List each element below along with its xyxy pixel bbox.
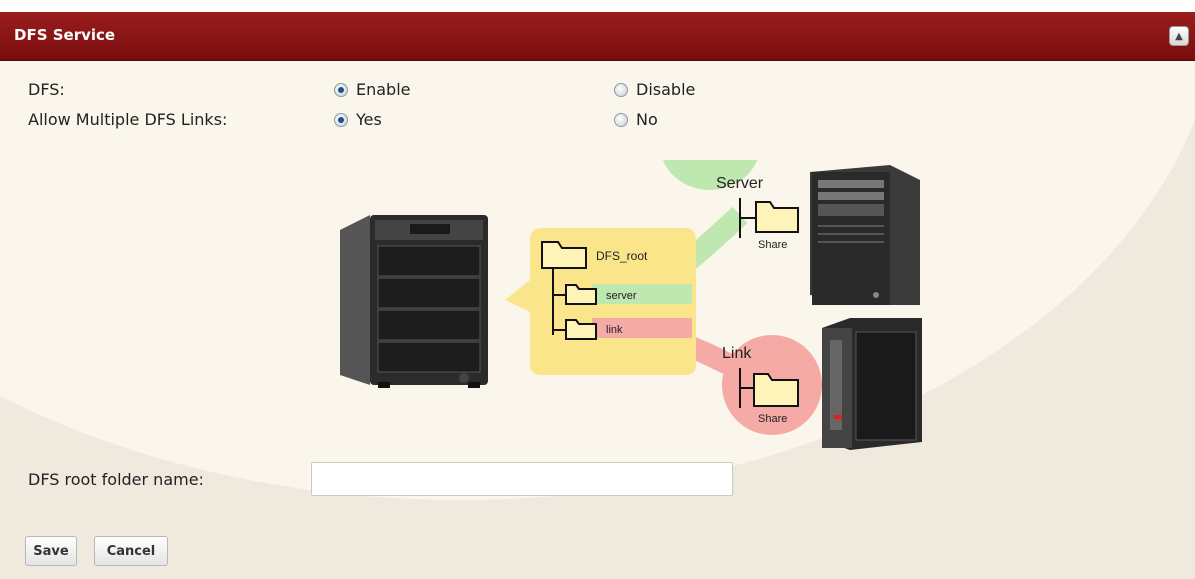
dfs-enable-radio[interactable]: Enable: [334, 80, 411, 99]
radio-selected-icon: [334, 82, 348, 97]
server-tower-icon: [810, 165, 920, 305]
multi-links-yes-radio[interactable]: Yes: [334, 110, 382, 129]
dfs-diagram: DFS_root server link Server Share Link S…: [340, 160, 922, 450]
diagram-root-label: DFS_root: [596, 249, 648, 263]
collapse-button[interactable]: ▲: [1169, 26, 1189, 46]
diagram-server-folder-label: server: [606, 290, 637, 302]
dfs-enable-label: Enable: [356, 80, 411, 99]
panel-title: DFS Service: [14, 26, 116, 44]
root-folder-input[interactable]: [311, 462, 733, 496]
diagram-link-title: Link: [722, 345, 752, 362]
diagram-link-folder-label: link: [606, 324, 623, 336]
dfs-label: DFS:: [28, 80, 65, 99]
save-button[interactable]: Save: [25, 536, 77, 566]
chevron-up-icon: ▲: [1175, 30, 1183, 42]
radio-unselected-icon: [614, 112, 628, 127]
panel-titlebar: DFS Service ▲: [0, 12, 1195, 61]
cancel-button[interactable]: Cancel: [94, 536, 168, 566]
radio-selected-icon: [334, 112, 348, 127]
diagram-link-share-label: Share: [758, 413, 787, 425]
dfs-service-panel: DFS Service ▲ DFS: Enable Disable Allow …: [0, 0, 1195, 579]
diagram-server-share-label: Share: [758, 239, 787, 251]
dfs-disable-label: Disable: [636, 80, 696, 99]
multi-links-no-label: No: [636, 110, 658, 129]
radio-unselected-icon: [614, 82, 628, 97]
folder-icon: [755, 201, 799, 233]
external-drive-icon: [822, 318, 922, 450]
multi-links-label: Allow Multiple DFS Links:: [28, 110, 228, 129]
multi-links-no-radio[interactable]: No: [614, 110, 658, 129]
diagram-server-title: Server: [716, 175, 764, 192]
nas-device-icon: [340, 215, 488, 388]
dfs-disable-radio[interactable]: Disable: [614, 80, 695, 99]
multi-links-yes-label: Yes: [356, 110, 382, 129]
root-folder-label: DFS root folder name:: [28, 470, 204, 489]
top-strip: [0, 0, 1195, 12]
